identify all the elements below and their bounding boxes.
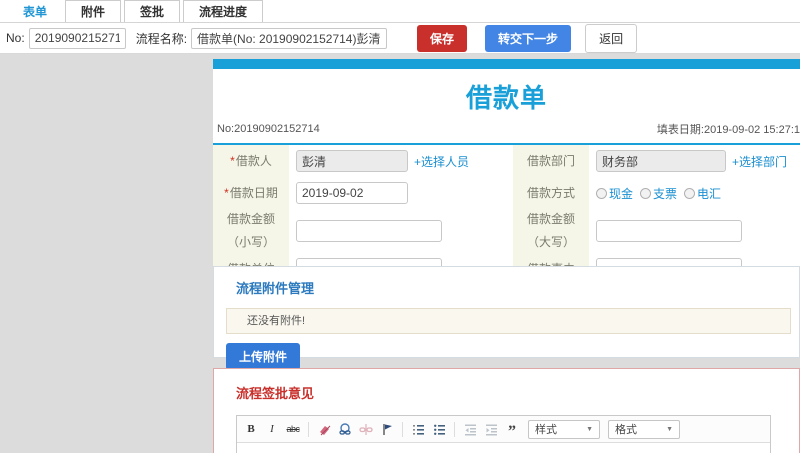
amount-lower-label: 借款金额（小写） <box>213 209 289 253</box>
process-name-input[interactable] <box>191 27 388 49</box>
tab-form[interactable]: 表单 <box>8 0 63 22</box>
radio-wire-transfer[interactable]: 电汇 <box>684 185 721 202</box>
upload-attachment-button[interactable]: 上传附件 <box>226 343 301 370</box>
amount-upper-label: 借款金额（大写） <box>513 209 589 253</box>
amount-lower-cell <box>289 209 513 253</box>
form-meta-row: No:20190902152714 填表日期:2019-09-02 15:27:… <box>213 118 800 143</box>
approval-panel: 流程签批意见 B I abc ” 样式 ▼ 格式 ▼ <box>213 368 800 453</box>
department-input[interactable] <box>596 150 726 172</box>
radio-icon[interactable] <box>684 187 696 199</box>
numbered-list-icon[interactable] <box>410 421 426 437</box>
bulleted-list-icon[interactable] <box>431 421 447 437</box>
loan-form-card: 借款单 No:20190902152714 填表日期:2019-09-02 15… <box>213 59 800 288</box>
loan-method-radio-group: 现金 支票 电汇 <box>596 185 721 202</box>
bold-icon[interactable]: B <box>243 421 259 437</box>
no-input[interactable] <box>28 27 126 49</box>
editor-content-area[interactable] <box>237 443 770 453</box>
loan-date-input[interactable] <box>296 182 408 204</box>
indent-icon[interactable] <box>483 421 499 437</box>
no-label: No: <box>6 31 25 45</box>
toolbar-separator <box>454 421 455 437</box>
form-date-text: 填表日期:2019-09-02 15:27:1 <box>656 124 800 136</box>
department-label: 借款部门 <box>513 145 589 177</box>
tab-process-progress[interactable]: 流程进度 <box>183 0 264 22</box>
toolbar-separator <box>402 421 403 437</box>
blockquote-icon[interactable]: ” <box>504 421 520 440</box>
anchor-flag-icon[interactable] <box>379 421 395 437</box>
attachment-heading: 流程附件管理 <box>236 281 315 296</box>
approval-heading: 流程签批意见 <box>236 386 315 401</box>
no-attachment-notice: 还没有附件! <box>226 308 791 334</box>
loan-method-label: 借款方式 <box>513 177 589 209</box>
loan-date-cell <box>289 177 513 209</box>
tab-bar: 表单 附件 签批 流程进度 <box>0 0 800 23</box>
style-select[interactable]: 样式 ▼ <box>528 419 600 439</box>
borrower-cell: +选择人员 <box>289 145 513 177</box>
outdent-icon[interactable] <box>462 421 478 437</box>
required-mark: * <box>230 153 235 168</box>
save-button[interactable]: 保存 <box>417 24 468 52</box>
italic-icon[interactable]: I <box>264 421 280 437</box>
radio-icon[interactable] <box>640 187 652 199</box>
action-toolbar: No: 流程名称: 保存 转交下一步 返回 <box>0 23 800 54</box>
required-mark: * <box>224 185 229 200</box>
select-department-link[interactable]: +选择部门 <box>732 153 787 170</box>
radio-cheque[interactable]: 支票 <box>640 185 677 202</box>
process-name-label: 流程名称: <box>135 31 188 46</box>
radio-cash[interactable]: 现金 <box>596 185 633 202</box>
amount-upper-input[interactable] <box>596 220 742 242</box>
chevron-down-icon: ▼ <box>586 425 593 433</box>
strikethrough-icon[interactable]: abc <box>285 421 301 437</box>
select-person-link[interactable]: +选择人员 <box>414 153 469 170</box>
form-no-text: No:20190902152714 <box>217 123 320 135</box>
toolbar-separator <box>308 421 309 437</box>
attachment-panel: 流程附件管理 还没有附件! 上传附件 <box>213 266 800 370</box>
borrower-input[interactable] <box>296 150 408 172</box>
chevron-down-icon: ▼ <box>666 425 673 433</box>
loan-method-cell: 现金 支票 电汇 <box>589 177 800 209</box>
loan-date-label: * 借款日期 <box>213 177 289 209</box>
department-cell: +选择部门 <box>589 145 800 177</box>
transfer-next-step-button[interactable]: 转交下一步 <box>485 24 572 52</box>
rich-text-editor: B I abc ” 样式 ▼ 格式 ▼ <box>236 415 771 453</box>
tab-attachments[interactable]: 附件 <box>65 0 122 22</box>
tab-approval[interactable]: 签批 <box>124 0 181 22</box>
amount-upper-cell <box>589 209 800 253</box>
amount-lower-input[interactable] <box>296 220 442 242</box>
form-fields-table: * 借款人 +选择人员 借款部门 +选择部门 * 借款日期 借款方式 <box>213 145 800 285</box>
remove-format-icon[interactable] <box>316 421 332 437</box>
radio-icon[interactable] <box>596 187 607 199</box>
format-select[interactable]: 格式 ▼ <box>608 419 680 439</box>
borrower-label: * 借款人 <box>213 145 289 177</box>
link-icon[interactable] <box>337 421 353 437</box>
back-button[interactable]: 返回 <box>585 23 638 53</box>
form-header-bar <box>213 59 800 69</box>
editor-toolbar: B I abc ” 样式 ▼ 格式 ▼ <box>237 416 770 443</box>
form-title: 借款单 <box>465 83 547 113</box>
unlink-icon[interactable] <box>358 421 374 437</box>
